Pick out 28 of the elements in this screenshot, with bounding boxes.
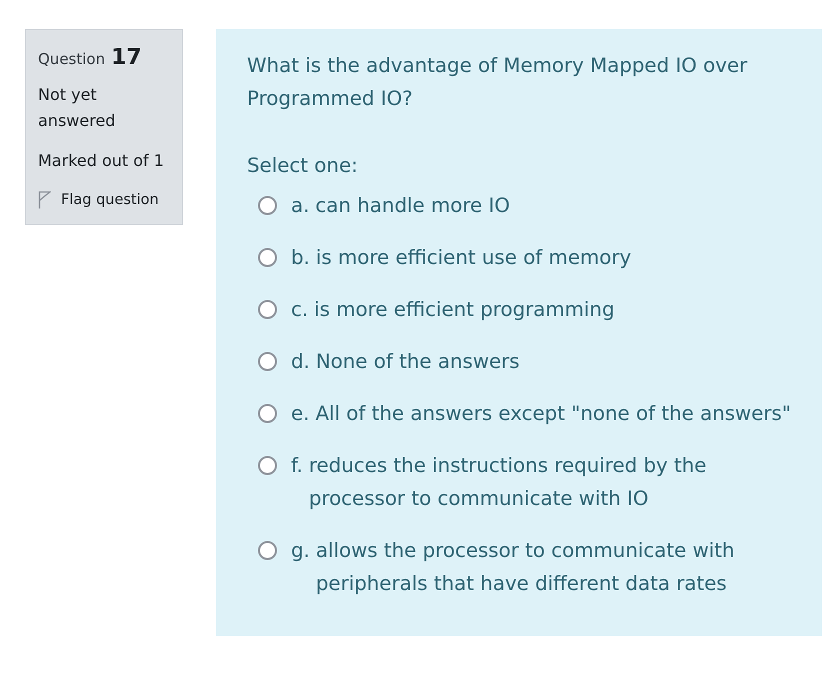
radio-button[interactable] [258,196,277,215]
answer-text: is more efficient programming [314,297,616,323]
answer-text: is more efficient use of memory [316,245,632,271]
question-text: What is the advantage of Memory Mapped IO over Programmed IO? [247,53,748,112]
answer-letter: g. [291,538,310,564]
radio-button[interactable] [258,352,277,371]
answer-text: allows the processor to communicate with peripherals that have different data rates [316,538,736,597]
answer-text: None of the answers [316,349,521,375]
question-number: 17 [111,44,142,72]
answer-text: can handle more IO [315,193,511,219]
radio-button[interactable] [258,300,277,319]
answer-letter: b. [291,245,310,271]
answer-letter: e. [291,401,310,427]
answer-letter: f. [291,453,303,479]
answer-letter: c. [291,297,308,323]
radio-button[interactable] [258,404,277,423]
radio-button[interactable] [258,248,277,267]
radio-button[interactable] [258,541,277,560]
answer-letter: d. [291,349,310,375]
question-label: Question [38,49,106,70]
answer-text: reduces the instructions required by the processor to communicate with IO [308,453,708,512]
select-prompt: Select one: [247,153,359,179]
flag-question-link[interactable]: Flag question [38,187,159,213]
answer-state: Not yet answered [38,84,116,132]
radio-button[interactable] [258,456,277,475]
grade-info: Marked out of 1 [38,150,165,172]
answer-text: All of the answers except "none of the answers" [315,401,792,427]
answer-letter: a. [291,193,310,219]
